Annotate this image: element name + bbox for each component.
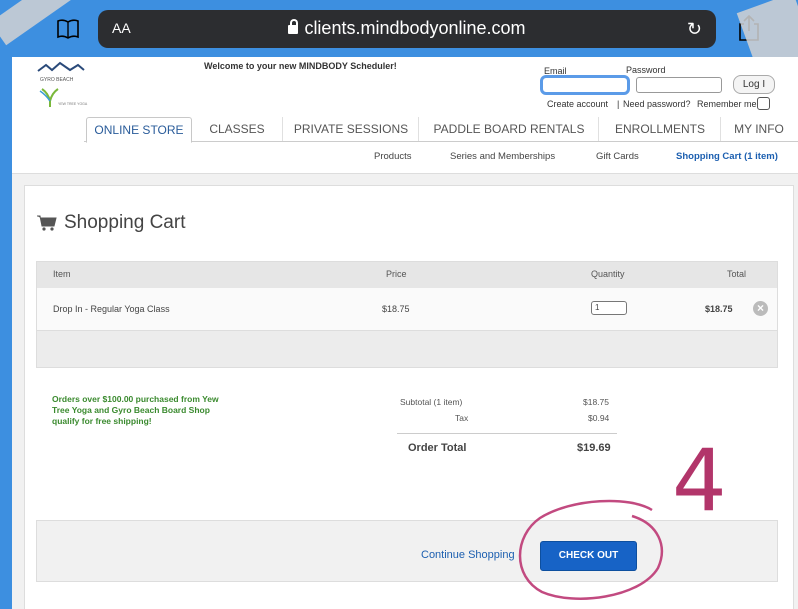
subnav-shopping-cart[interactable]: Shopping Cart (1 item) <box>676 151 778 162</box>
bookmarks-icon[interactable] <box>56 18 80 40</box>
link-separator: | <box>617 99 620 109</box>
column-quantity: Quantity <box>591 269 625 279</box>
need-password-link[interactable]: Need password? <box>623 99 691 109</box>
summary-divider <box>397 433 617 434</box>
tab-private-sessions[interactable]: PRIVATE SESSIONS <box>284 117 419 141</box>
create-account-link[interactable]: Create account <box>547 99 608 109</box>
order-total-label: Order Total <box>408 442 467 454</box>
url-display[interactable]: clients.mindbodyonline.com <box>98 18 716 39</box>
page-title: Shopping Cart <box>64 212 186 233</box>
cart-table-footer <box>36 331 778 368</box>
welcome-message: Welcome to your new MINDBODY Scheduler! <box>204 61 397 71</box>
step-number-annotation: 4 <box>672 431 727 531</box>
logo-text-gyro: GYRO BEACH <box>40 77 74 83</box>
tab-paddle-board-rentals[interactable]: PADDLE BOARD RENTALS <box>420 117 599 141</box>
subtotal-label: Subtotal (1 item) <box>400 397 463 407</box>
checkout-bar: Continue Shopping CHECK OUT <box>36 520 778 582</box>
highlight-circle-annotation <box>518 499 663 600</box>
subtotal-value: $18.75 <box>583 397 609 407</box>
remember-me-checkbox[interactable] <box>757 97 770 110</box>
shopping-cart-icon <box>37 215 57 231</box>
order-total-value: $19.69 <box>577 442 611 454</box>
quantity-field[interactable]: 1 <box>591 301 627 315</box>
column-price: Price <box>386 269 407 279</box>
tab-classes[interactable]: CLASSES <box>192 117 283 141</box>
column-total: Total <box>727 269 747 279</box>
reload-icon[interactable]: ↻ <box>687 19 702 40</box>
password-field[interactable] <box>636 77 722 93</box>
item-name: Drop In - Regular Yoga Class <box>53 304 170 314</box>
email-field[interactable] <box>540 75 630 95</box>
main-tabs: ONLINE STORE CLASSES PRIVATE SESSIONS PA… <box>84 117 798 143</box>
remember-me-label: Remember me <box>697 99 757 109</box>
item-price: $18.75 <box>382 304 410 314</box>
subnav-gift-cards[interactable]: Gift Cards <box>596 151 639 162</box>
remove-item-icon[interactable]: × <box>753 301 768 316</box>
cart-table-header: Item Price Quantity Total <box>36 261 778 289</box>
password-label: Password <box>626 65 666 75</box>
item-total: $18.75 <box>705 304 733 314</box>
logo-text-yew: YEW TREE YOGA <box>58 102 88 106</box>
tab-enrollments[interactable]: ENROLLMENTS <box>600 117 721 141</box>
subnav-series-memberships[interactable]: Series and Memberships <box>450 151 555 162</box>
free-shipping-notice: Orders over $100.00 purchased from Yew T… <box>52 394 219 426</box>
url-text: clients.mindbodyonline.com <box>304 18 526 38</box>
tax-label: Tax <box>455 413 469 423</box>
address-bar[interactable]: AA clients.mindbodyonline.com ↻ <box>98 10 716 48</box>
tab-online-store[interactable]: ONLINE STORE <box>86 117 192 143</box>
tab-my-info[interactable]: MY INFO <box>722 117 796 141</box>
screenshot-frame: AA clients.mindbodyonline.com ↻ GYRO BEA… <box>0 0 798 609</box>
column-item: Item <box>53 269 71 279</box>
tax-value: $0.94 <box>588 413 610 423</box>
lock-icon <box>288 19 299 34</box>
continue-shopping-link[interactable]: Continue Shopping <box>421 549 515 561</box>
table-row: Drop In - Regular Yoga Class $18.75 1 $1… <box>36 288 778 331</box>
subnav-products[interactable]: Products <box>374 151 412 162</box>
login-button[interactable]: Log I <box>733 75 775 94</box>
business-logo: GYRO BEACH YEW TREE YOGA <box>37 61 88 107</box>
browser-toolbar: AA clients.mindbodyonline.com ↻ <box>0 0 798 56</box>
